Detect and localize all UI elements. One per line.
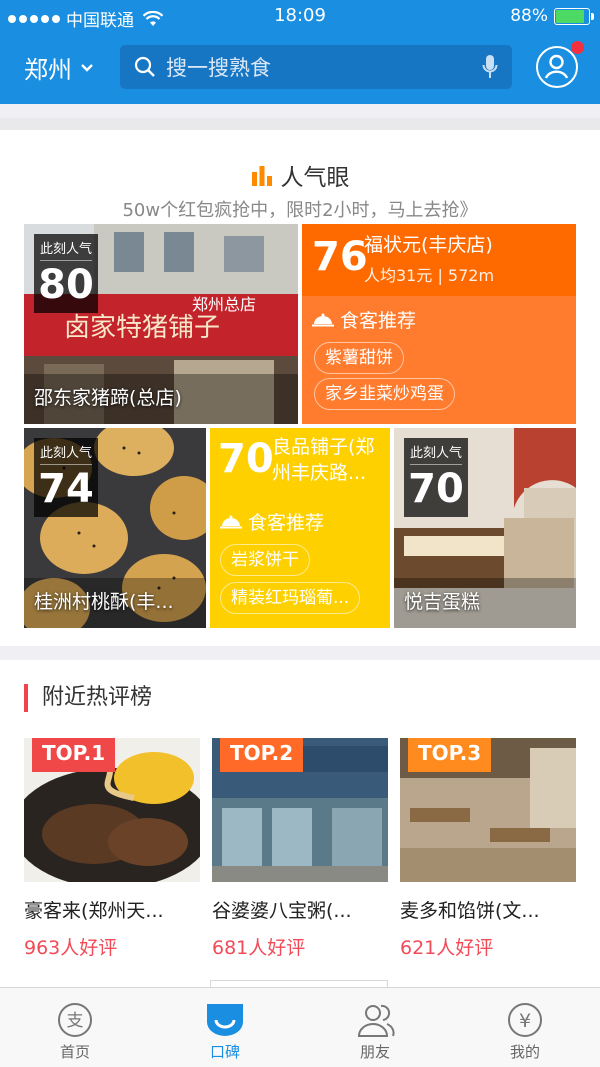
tab-friends[interactable]: 朋友	[300, 988, 450, 1067]
recommend-text: 食客推荐	[340, 310, 417, 332]
popular-shop-card[interactable]: 卤家特猪铺子 郑州总店 此刻人气 80 邵东家猪蹄(总店)	[24, 224, 298, 424]
badge-label: 此刻人气	[40, 442, 92, 465]
tab-home[interactable]: 支 首页	[0, 988, 150, 1067]
popularity-badge: 此刻人气 74	[34, 438, 98, 517]
popular-shop-card[interactable]: 此刻人气 70 悦吉蛋糕	[394, 428, 576, 628]
nearby-ranking-section: 附近热评榜 TOP.1 豪客来(郑州天... 963人好评 TOP.2 谷婆婆八…	[0, 660, 600, 990]
recommend-label: 食客推荐	[220, 508, 324, 535]
tab-mine[interactable]: ¥ 我的	[450, 988, 600, 1067]
recommend-text: 食客推荐	[248, 512, 325, 534]
rank-badge: TOP.2	[220, 738, 304, 772]
popularity-score: 80	[38, 262, 94, 308]
dish-tag[interactable]: 家乡韭菜炒鸡蛋	[314, 378, 455, 410]
review-count: 621人好评	[400, 937, 494, 959]
featured-shop-name: 良品铺子(郑	[272, 436, 375, 458]
featured-shop-name-cont: 州丰庆路...	[272, 462, 367, 484]
friends-icon	[357, 1004, 395, 1037]
featured-meta: 人均31元 | 572m	[364, 266, 495, 285]
rank-badge: TOP.1	[32, 738, 116, 772]
featured-shop-card[interactable]: 76 福状元(丰庆店) 人均31元 | 572m 食客推荐 紫薯甜饼 家乡韭菜炒…	[302, 224, 576, 424]
city-selector[interactable]: 郑州	[24, 50, 94, 85]
badge-label: 此刻人气	[410, 442, 462, 465]
dish-tag[interactable]: 岩浆饼干	[220, 544, 310, 576]
notification-dot	[571, 41, 584, 54]
badge-label: 此刻人气	[40, 238, 92, 261]
featured-score: 70	[218, 436, 274, 482]
ranking-photo: TOP.2	[212, 738, 388, 882]
popular-shop-card[interactable]: 此刻人气 74 桂洲村桃酥(丰...	[24, 428, 206, 628]
popularity-badge: 此刻人气 80	[34, 234, 98, 313]
search-icon	[134, 56, 155, 77]
tab-bar: 支 首页 口碑 朋友 ¥ 我的	[0, 987, 600, 1067]
battery-icon	[554, 7, 594, 25]
city-label: 郑州	[24, 56, 72, 84]
shop-name: 邵东家猪蹄(总店)	[34, 387, 182, 409]
featured-shop-name: 福状元(丰庆店)	[364, 234, 493, 256]
ranking-item[interactable]: TOP.2 谷婆婆八宝粥(... 681人好评	[212, 738, 388, 960]
ranking-title: 附近热评榜	[24, 684, 152, 712]
recommend-label: 食客推荐	[312, 306, 416, 333]
section-title: 人气眼	[0, 158, 600, 192]
ranking-photo: TOP.1	[24, 738, 200, 882]
user-icon	[544, 54, 569, 79]
app-header: 中国联通 18:09 88% 郑州 搜一搜熟食	[0, 0, 600, 104]
battery-percent: 88%	[510, 6, 548, 26]
wallet-icon: ¥	[508, 1003, 542, 1037]
rank-badge: TOP.3	[408, 738, 492, 772]
profile-button[interactable]	[536, 46, 578, 88]
ranking-shop-name: 豪客来(郑州天...	[24, 900, 164, 922]
tab-label: 口碑	[209, 1043, 240, 1061]
svg-text:支: 支	[67, 1011, 84, 1031]
tab-label: 朋友	[359, 1043, 390, 1061]
popularity-badge: 此刻人气 70	[404, 438, 468, 517]
popularity-subtitle[interactable]: 50w个红包疯抢中，限时2小时，马上去抢》	[0, 196, 600, 222]
tab-label: 我的	[509, 1043, 540, 1061]
ranking-photo: TOP.3	[400, 738, 576, 882]
svg-text:郑州总店: 郑州总店	[192, 295, 256, 314]
popularity-score: 70	[408, 466, 464, 512]
shop-name: 桂洲村桃酥(丰...	[34, 591, 174, 613]
featured-score: 76	[312, 234, 368, 280]
ranking-item[interactable]: TOP.3 麦多和馅饼(文... 621人好评	[400, 738, 576, 960]
popularity-title: 人气眼	[280, 165, 350, 191]
featured-shop-card[interactable]: 70 良品铺子(郑 州丰庆路... 食客推荐 岩浆饼干 精装红玛瑙葡...	[210, 428, 390, 628]
dish-tag[interactable]: 紫薯甜饼	[314, 342, 404, 374]
tab-label: 首页	[59, 1043, 90, 1061]
microphone-icon[interactable]	[482, 54, 498, 80]
svg-text:¥: ¥	[519, 1010, 531, 1032]
popularity-score: 74	[38, 466, 94, 512]
search-placeholder: 搜一搜熟食	[166, 56, 271, 80]
svg-text:卤家特猪铺子: 卤家特猪铺子	[64, 313, 220, 343]
chevron-down-icon	[81, 63, 93, 72]
ranking-shop-name: 谷婆婆八宝粥(...	[212, 900, 352, 922]
shop-name: 悦吉蛋糕	[404, 591, 481, 613]
alipay-icon: 支	[58, 1003, 92, 1037]
ranking-item[interactable]: TOP.1 豪客来(郑州天... 963人好评	[24, 738, 200, 960]
ranking-shop-name: 麦多和馅饼(文...	[400, 900, 540, 922]
popularity-section: 人气眼 50w个红包疯抢中，限时2小时，马上去抢》 卤家特猪铺子 郑州总店 此刻…	[0, 118, 600, 646]
bar-chart-icon	[251, 166, 272, 186]
review-count: 963人好评	[24, 937, 118, 959]
dish-cover-icon	[220, 515, 242, 528]
review-count: 681人好评	[212, 937, 306, 959]
koubei-icon	[207, 1004, 243, 1036]
dish-cover-icon	[312, 313, 334, 326]
search-input[interactable]: 搜一搜熟食	[120, 45, 512, 89]
status-bar: 中国联通 18:09 88%	[0, 0, 600, 34]
dish-tag[interactable]: 精装红玛瑙葡...	[220, 582, 361, 614]
tab-koubei[interactable]: 口碑	[150, 988, 300, 1067]
